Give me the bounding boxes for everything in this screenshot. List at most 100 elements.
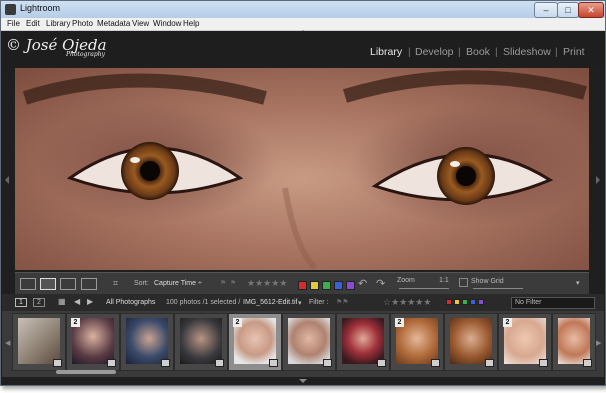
badge-icon bbox=[583, 359, 592, 367]
color-label-yellow[interactable] bbox=[310, 281, 319, 290]
app-icon bbox=[5, 4, 16, 15]
module-library[interactable]: Library bbox=[370, 46, 402, 58]
compare-view-icon[interactable] bbox=[60, 278, 76, 290]
forward-arrow-icon[interactable]: ▶ bbox=[87, 297, 93, 306]
filmstrip-thumbnail[interactable]: 2 bbox=[498, 313, 552, 371]
right-panel-toggle-icon[interactable] bbox=[596, 176, 600, 184]
badge-icon bbox=[377, 359, 386, 367]
show-grid-checkbox[interactable] bbox=[459, 278, 468, 287]
module-separator: | bbox=[458, 47, 461, 58]
filmstrip-thumbnail[interactable] bbox=[12, 313, 66, 371]
filter-color-yellow[interactable] bbox=[454, 299, 460, 305]
sort-label: Sort: bbox=[134, 280, 149, 287]
stack-count-badge: 2 bbox=[233, 318, 242, 327]
badge-icon bbox=[215, 359, 224, 367]
filter-label: Filter : bbox=[309, 299, 329, 306]
filmstrip-scrollbar[interactable] bbox=[56, 370, 116, 374]
survey-view-icon[interactable] bbox=[81, 278, 97, 290]
filename-caret-icon[interactable]: ▾ bbox=[298, 299, 302, 307]
loupe-photo[interactable] bbox=[15, 68, 589, 270]
module-develop[interactable]: Develop bbox=[415, 46, 454, 58]
filmstrip-thumbnail[interactable] bbox=[552, 313, 596, 371]
loupe-view-icon[interactable] bbox=[40, 278, 56, 290]
filmstrip-thumbnail[interactable] bbox=[336, 313, 390, 371]
menu-edit[interactable]: Edit bbox=[26, 18, 40, 30]
thumbnail-image bbox=[288, 318, 330, 364]
menu-metadata[interactable]: Metadata bbox=[97, 18, 130, 30]
menu-photo[interactable]: Photo bbox=[72, 18, 93, 30]
minimize-button[interactable]: – bbox=[534, 2, 558, 18]
library-toolbar: ⌗ Sort: Capture Time ÷ ⚑ ⚑ ★★★★★ ↶ ↷ Zoo… bbox=[15, 272, 589, 295]
filmstrip-thumbnail[interactable] bbox=[444, 313, 498, 371]
toolbar-menu-icon[interactable]: ▾ bbox=[576, 279, 580, 287]
thumbnail-image bbox=[450, 318, 492, 364]
filmstrip-left-icon[interactable]: ◀ bbox=[5, 339, 10, 347]
grid-opacity-slider[interactable] bbox=[473, 288, 523, 289]
zoom-slider[interactable] bbox=[399, 288, 449, 289]
filter-rating-stars[interactable]: ☆★★★★★ bbox=[383, 297, 431, 308]
grid-icon[interactable]: ▦ bbox=[58, 297, 66, 306]
grid-view-icon[interactable] bbox=[20, 278, 36, 290]
title-bar: Lightroom – □ ✕ bbox=[1, 1, 605, 18]
filter-color-red[interactable] bbox=[446, 299, 452, 305]
menu-view[interactable]: View bbox=[132, 18, 149, 30]
badge-icon bbox=[485, 359, 494, 367]
badge-icon bbox=[53, 359, 62, 367]
reject-flag-icon[interactable]: ⚑ bbox=[230, 279, 236, 287]
menu-help[interactable]: Help bbox=[183, 18, 199, 30]
window-title: Lightroom bbox=[20, 3, 61, 13]
screen-1-button[interactable]: 1 bbox=[15, 298, 27, 307]
filmstrip-thumbnail[interactable]: 2 bbox=[390, 313, 444, 371]
module-book[interactable]: Book bbox=[466, 46, 490, 58]
stack-count-badge: 2 bbox=[503, 318, 512, 327]
filmstrip-thumbnail[interactable] bbox=[174, 313, 228, 371]
module-print[interactable]: Print bbox=[563, 46, 585, 58]
filmstrip-thumbnail[interactable]: 2 bbox=[66, 313, 120, 371]
eyes-image bbox=[22, 70, 589, 270]
module-slideshow[interactable]: Slideshow bbox=[503, 46, 551, 58]
filter-preset-select[interactable]: No Filter bbox=[511, 297, 595, 309]
menu-library[interactable]: Library bbox=[46, 18, 70, 30]
badge-icon bbox=[269, 359, 278, 367]
color-label-blue[interactable] bbox=[334, 281, 343, 290]
show-grid-label: Show Grid bbox=[471, 278, 504, 285]
filmstrip-thumbnail[interactable] bbox=[120, 313, 174, 371]
module-separator: | bbox=[555, 47, 558, 58]
flag-icon[interactable]: ⚑ bbox=[220, 279, 226, 287]
module-separator: | bbox=[408, 47, 411, 58]
filter-color-green[interactable] bbox=[462, 299, 468, 305]
color-label-red[interactable] bbox=[298, 281, 307, 290]
source-label[interactable]: All Photographs bbox=[106, 299, 155, 306]
identity-plate-logo: © José Ojeda Photography bbox=[6, 36, 107, 58]
menu-file[interactable]: File bbox=[7, 18, 20, 30]
filter-color-purple[interactable] bbox=[478, 299, 484, 305]
rotate-right-icon[interactable]: ↷ bbox=[376, 277, 385, 290]
sort-select[interactable]: Capture Time ÷ bbox=[154, 280, 202, 287]
screen-2-button[interactable]: 2 bbox=[33, 298, 45, 307]
badge-icon bbox=[431, 359, 440, 367]
maximize-button[interactable]: □ bbox=[557, 2, 579, 18]
color-label-green[interactable] bbox=[322, 281, 331, 290]
filmstrip-thumbnail[interactable] bbox=[282, 313, 336, 371]
filter-preset-value: No Filter bbox=[515, 299, 542, 306]
badge-icon bbox=[107, 359, 116, 367]
rating-stars[interactable]: ★★★★★ bbox=[247, 278, 287, 289]
zoom-label: Zoom bbox=[397, 277, 415, 284]
thumbnail-image bbox=[558, 318, 590, 364]
left-panel-toggle-icon[interactable] bbox=[5, 176, 9, 184]
close-button[interactable]: ✕ bbox=[578, 2, 604, 18]
rotate-left-icon[interactable]: ↶ bbox=[358, 277, 367, 290]
painter-icon[interactable]: ⌗ bbox=[113, 278, 118, 289]
filmstrip-header: 1 2 ▦ ◀ ▶ All Photographs 100 photos /1 … bbox=[2, 294, 604, 311]
menu-window[interactable]: Window bbox=[153, 18, 181, 30]
filter-color-blue[interactable] bbox=[470, 299, 476, 305]
bottom-panel-toggle-icon[interactable] bbox=[299, 379, 307, 383]
badge-icon bbox=[539, 359, 548, 367]
filter-flag-icon[interactable]: ⚑⚑ bbox=[336, 298, 349, 306]
filmstrip-thumbnail-selected[interactable]: 2 bbox=[228, 313, 282, 371]
color-label-purple[interactable] bbox=[346, 281, 355, 290]
selected-filename[interactable]: IMG_5612-Edit.tif bbox=[243, 299, 297, 306]
back-arrow-icon[interactable]: ◀ bbox=[74, 297, 80, 306]
thumbnail-image bbox=[18, 318, 60, 364]
filmstrip-right-icon[interactable]: ▶ bbox=[596, 339, 601, 347]
